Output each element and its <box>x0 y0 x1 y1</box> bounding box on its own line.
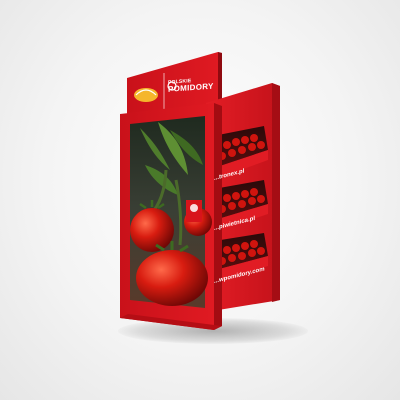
display-stand-scene: POLSKIE POMIDORY ...tronex.pl ...piwietn… <box>0 0 400 400</box>
tomato-photo <box>130 116 212 308</box>
display-stand-illustration <box>120 52 280 330</box>
brand-logo-left <box>134 88 158 102</box>
